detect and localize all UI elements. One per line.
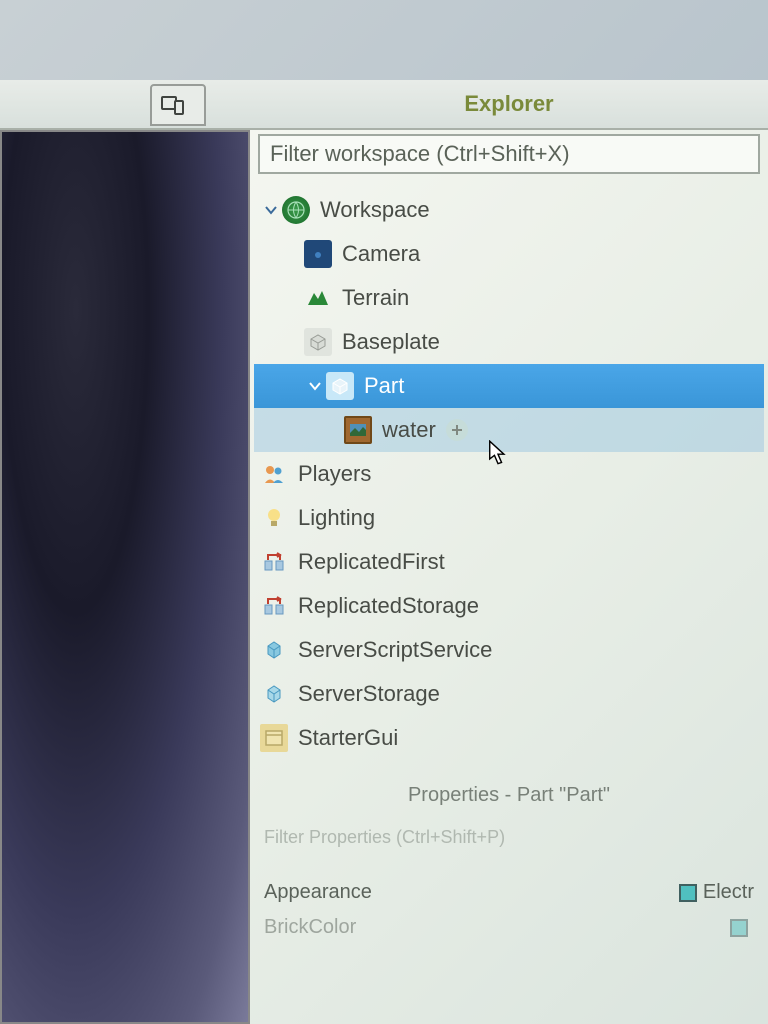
tree-item-serverscriptservice[interactable]: ServerScriptService [254,628,764,672]
tree-label: Players [298,461,371,487]
properties-panel: Properties - Part "Part" Filter Properti… [250,778,768,951]
filter-placeholder-text: Filter workspace (Ctrl+Shift+X) [270,141,570,167]
tree-label: ServerStorage [298,681,440,707]
property-label: BrickColor [264,916,356,939]
tree-label: ServerScriptService [298,637,492,663]
tree-item-workspace[interactable]: Workspace [254,188,764,232]
title-bar: Explorer [0,80,768,130]
tree-item-serverstorage[interactable]: ServerStorage [254,672,764,716]
server-storage-icon [260,680,288,708]
tree-item-replicatedstorage[interactable]: ReplicatedStorage [254,584,764,628]
tree-label: Lighting [298,505,375,531]
explorer-panel: Filter workspace (Ctrl+Shift+X) Workspac… [250,130,768,1024]
storage-icon [260,548,288,576]
color-swatch-icon [730,919,748,937]
camera-icon [304,240,332,268]
property-section-appearance[interactable]: Appearance Electr [260,875,758,910]
tree-label: ReplicatedFirst [298,549,445,575]
tree-item-part[interactable]: Part [254,364,764,408]
hierarchy-tree: Workspace Camera Terrain Baseplate [250,182,768,766]
tree-label: Terrain [342,285,409,311]
device-emulator-button[interactable] [150,84,206,126]
tree-label: StarterGui [298,725,398,751]
tree-item-water[interactable]: water [254,408,764,452]
tree-item-replicatedfirst[interactable]: ReplicatedFirst [254,540,764,584]
viewport-3d[interactable] [0,130,250,1024]
decal-icon [344,416,372,444]
tree-item-camera[interactable]: Camera [254,232,764,276]
section-label: Appearance [264,881,372,904]
chevron-down-icon[interactable] [260,203,282,217]
tree-item-players[interactable]: Players [254,452,764,496]
property-value [730,916,754,939]
tree-label: Camera [342,241,420,267]
part-icon [304,328,332,356]
devices-icon [159,91,187,119]
property-row-brickcolor[interactable]: BrickColor [260,910,758,945]
globe-icon [282,196,310,224]
tree-item-baseplate[interactable]: Baseplate [254,320,764,364]
part-icon [326,372,354,400]
filter-properties-input[interactable]: Filter Properties (Ctrl+Shift+P) [260,823,758,855]
terrain-icon [304,284,332,312]
filter-placeholder-text: Filter Properties (Ctrl+Shift+P) [264,827,505,847]
color-swatch-icon [679,884,697,902]
tree-label: Workspace [320,197,430,223]
panel-title: Explorer [250,91,768,117]
tree-item-terrain[interactable]: Terrain [254,276,764,320]
property-value: Electr [679,881,754,904]
tree-label: Baseplate [342,329,440,355]
filter-workspace-input[interactable]: Filter workspace (Ctrl+Shift+X) [258,134,760,174]
chevron-down-icon[interactable] [304,379,326,393]
server-script-icon [260,636,288,664]
properties-title: Properties - Part "Part" [260,784,758,807]
add-child-button[interactable] [446,419,468,441]
lightbulb-icon [260,504,288,532]
storage-icon [260,592,288,620]
tree-label: ReplicatedStorage [298,593,479,619]
players-icon [260,460,288,488]
tree-label: water [382,417,436,443]
tree-item-lighting[interactable]: Lighting [254,496,764,540]
tree-label: Part [364,373,404,399]
tree-item-startergui[interactable]: StarterGui [254,716,764,760]
gui-icon [260,724,288,752]
